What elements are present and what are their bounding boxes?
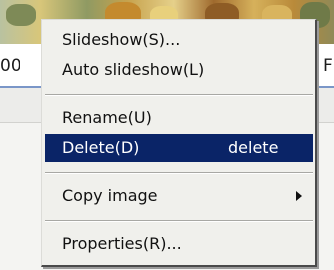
thumbnail-foliage <box>6 4 36 26</box>
menu-item-label: Delete(D) <box>62 138 140 157</box>
menu-separator <box>45 220 313 222</box>
menu-item-label: Properties(R)... <box>62 234 182 253</box>
menu-item-rename[interactable]: Rename(U) <box>45 104 313 132</box>
menu-item-slideshow[interactable]: Slideshow(S)... <box>45 26 313 54</box>
background-text-fragment: F <box>323 56 333 76</box>
menu-item-shortcut: delete <box>228 138 279 157</box>
menu-item-properties[interactable]: Properties(R)... <box>45 230 313 258</box>
menu-separator <box>45 172 313 174</box>
menu-item-label: Slideshow(S)... <box>62 30 181 49</box>
menu-item-auto-slideshow[interactable]: Auto slideshow(L) <box>45 56 313 84</box>
menu-item-copy-image[interactable]: Copy image <box>45 182 313 210</box>
menu-item-label: Auto slideshow(L) <box>62 60 205 79</box>
submenu-arrow-icon <box>296 191 302 201</box>
context-menu: Slideshow(S)... Auto slideshow(L) Rename… <box>41 19 317 267</box>
background-text-fragment: 00 <box>0 56 20 76</box>
menu-item-delete[interactable]: Delete(D) delete <box>45 134 313 162</box>
menu-item-label: Copy image <box>62 186 158 205</box>
menu-separator <box>45 94 313 96</box>
menu-item-label: Rename(U) <box>62 108 152 127</box>
